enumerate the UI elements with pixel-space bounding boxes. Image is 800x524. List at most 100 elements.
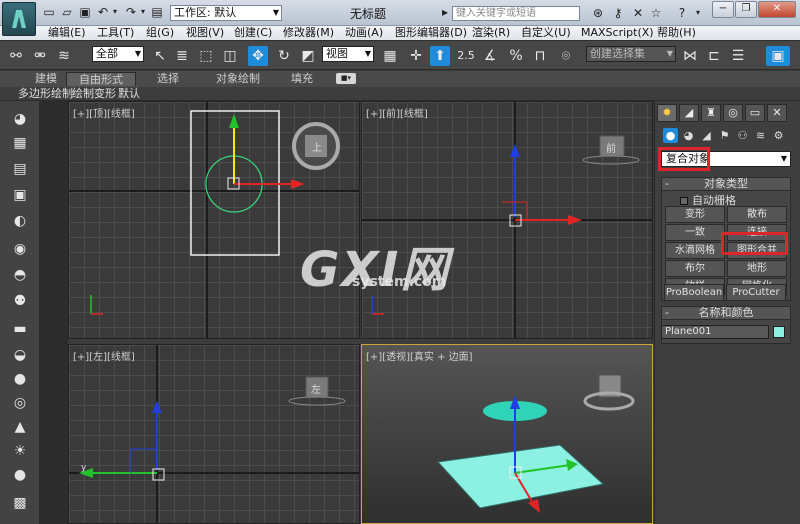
bind-space-warp-icon[interactable]: ≋ [54, 46, 74, 66]
viewport-top[interactable]: [+][顶][线框] 上 [68, 101, 360, 339]
select-and-rotate-icon[interactable]: ↻ [274, 46, 294, 66]
viewcube-front-face[interactable]: 前 [606, 140, 616, 155]
ribbon-panel-polydraw[interactable]: 多边形绘制 [18, 87, 73, 101]
search-input[interactable]: 键入关键字或短语 [452, 6, 580, 21]
material-editor-icon[interactable]: ▦ [10, 133, 30, 153]
utilities-tab-icon[interactable]: ✕ [767, 104, 787, 122]
motion-tab-icon[interactable]: ◎ [723, 104, 743, 122]
binoculars-icon[interactable]: ⊛ [590, 5, 606, 21]
selection-filter-dropdown[interactable]: 全部 ▼ [92, 46, 144, 62]
lights-category-icon[interactable]: ◢ [699, 128, 714, 143]
menu-modifiers[interactable]: 修改器(M) [283, 26, 334, 40]
close-button[interactable]: ✕ [758, 1, 796, 18]
ribbon-panel-defaults[interactable]: 默认 [118, 87, 140, 101]
ribbon-tab-freeform[interactable]: 自由形式 [66, 72, 136, 86]
menu-edit[interactable]: 编辑(E) [48, 26, 86, 40]
object-type-header[interactable]: - 对象类型 [662, 178, 790, 191]
viewport-left-label[interactable]: [+][左][线框] [73, 348, 135, 363]
display-tab-icon[interactable]: ▭ [745, 104, 765, 122]
select-and-scale-icon[interactable]: ◩ [298, 46, 318, 66]
scatter-button[interactable]: 散布 [727, 206, 787, 223]
ribbon-tab-populate[interactable]: 填充 [284, 72, 320, 86]
particles-icon[interactable]: ⚉ [10, 291, 30, 311]
app-logo-icon[interactable] [2, 2, 36, 36]
edit-named-selection-icon[interactable]: ⌾ [556, 46, 576, 66]
layers-icon[interactable]: ☰ [728, 46, 748, 66]
select-object-icon[interactable]: ↖ [150, 46, 170, 66]
boolean-button[interactable]: 布尔 [665, 260, 725, 277]
select-manipulate-icon[interactable]: ✛ [406, 46, 426, 66]
menu-rendering[interactable]: 渲染(R) [472, 26, 510, 40]
viewcube-top-face[interactable]: 上 [312, 139, 322, 154]
open-file-icon[interactable]: ▱ [60, 5, 74, 19]
viewport-perspective-label[interactable]: [+][透视][真实 + 边面] [366, 348, 473, 363]
create-tab-icon[interactable]: ✹ [657, 104, 677, 122]
conform-button[interactable]: 一致 [665, 224, 725, 241]
terrain-button[interactable]: 地形 [727, 260, 787, 277]
grid-icon[interactable]: ▩ [10, 493, 30, 513]
object-name-field[interactable]: Plane001 [661, 325, 769, 339]
modify-tab-icon[interactable]: ◢ [679, 104, 699, 122]
geometry-category-icon[interactable]: ● [663, 128, 678, 143]
window-crossing-icon[interactable]: ◫ [220, 46, 240, 66]
viewport-perspective[interactable]: [+][透视][真实 + 边面] [361, 344, 653, 524]
keyboard-shortcut-override-icon[interactable]: ⬆ [430, 46, 450, 66]
cone-icon[interactable]: ▲ [10, 417, 30, 437]
cameras-category-icon[interactable]: ⚑ [717, 128, 732, 143]
plane-primitive-icon[interactable]: ▬ [10, 319, 30, 339]
menu-graph-editors[interactable]: 图形编辑器(D) [395, 26, 467, 40]
menu-help[interactable]: 帮助(H) [657, 26, 696, 40]
morph-button[interactable]: 变形 [665, 206, 725, 223]
menu-customize[interactable]: 自定义(U) [521, 26, 571, 40]
ribbon-tab-object-paint[interactable]: 对象绘制 [210, 72, 266, 86]
viewcube-left-face[interactable]: 左 [311, 381, 321, 396]
minimize-button[interactable]: − [712, 1, 734, 18]
favorites-star-icon[interactable]: ☆ [648, 5, 664, 21]
rectangular-selection-icon[interactable]: ⬚ [196, 46, 216, 66]
help-icon[interactable]: ? [674, 5, 690, 21]
schematic-view-icon[interactable]: ▣ [10, 185, 30, 205]
viewport-top-label[interactable]: [+][顶][线框] [73, 105, 135, 120]
redo-dropdown-icon[interactable]: ▾ [136, 5, 150, 19]
key-icon[interactable]: ⚷ [610, 5, 626, 21]
ribbon-options-icon[interactable]: ■▾ [336, 73, 356, 84]
menu-maxscript[interactable]: MAXScript(X) [581, 26, 654, 40]
help-dropdown-icon[interactable]: ▾ [690, 5, 706, 21]
light-icon[interactable]: ◐ [10, 211, 30, 231]
viewport-front[interactable]: [+][前][线框] 前 [361, 101, 653, 339]
helpers-category-icon[interactable]: ⚇ [735, 128, 750, 143]
track-view-icon[interactable]: ▤ [10, 159, 30, 179]
reference-coordinate-dropdown[interactable]: 视图 ▼ [322, 46, 374, 62]
select-by-name-icon[interactable]: ≣ [172, 46, 192, 66]
restore-button[interactable]: ❐ [735, 1, 757, 18]
teapot-icon[interactable]: ◕ [10, 109, 30, 129]
select-and-link-icon[interactable]: ⚯ [6, 46, 26, 66]
named-selection-set-dropdown[interactable]: 创建选择集 ▼ [586, 46, 676, 62]
menu-animation[interactable]: 动画(A) [345, 26, 383, 40]
ribbon-tab-modeling[interactable]: 建模 [26, 72, 66, 86]
viewport-front-label[interactable]: [+][前][线框] [366, 105, 428, 120]
menu-group[interactable]: 组(G) [146, 26, 174, 40]
pivot-center-icon[interactable]: ▦ [380, 46, 400, 66]
proboolean-button[interactable]: ProBoolean [664, 284, 724, 301]
name-and-color-header[interactable]: - 名称和颜色 [662, 307, 790, 320]
save-icon[interactable]: ▣ [78, 5, 92, 19]
ribbon-tab-selection[interactable]: 选择 [148, 72, 188, 86]
hierarchy-tab-icon[interactable]: ♜ [701, 104, 721, 122]
sphere-icon[interactable]: ● [10, 369, 30, 389]
mirror-icon[interactable]: ⋈ [680, 46, 700, 66]
viewport-left[interactable]: [+][左][线框] 左 y [68, 344, 360, 524]
render-frame-icon[interactable]: ▣ [766, 46, 790, 66]
menu-view[interactable]: 视图(V) [186, 26, 224, 40]
exchange-icon[interactable]: ✕ [630, 5, 646, 21]
object-color-swatch[interactable] [773, 326, 785, 338]
search-expand-icon[interactable]: ▸ [438, 5, 452, 19]
spinner-snap-icon[interactable]: ⊓ [530, 46, 550, 66]
align-icon[interactable]: ⊏ [704, 46, 724, 66]
shell-icon[interactable]: ◎ [10, 393, 30, 413]
ribbon-panel-paint-deform[interactable]: 绘制变形 [72, 87, 116, 101]
workspace-dropdown[interactable]: 工作区: 默认 ▼ [170, 5, 282, 21]
percent-snap-icon[interactable]: % [506, 46, 526, 66]
systems-category-icon[interactable]: ⚙ [771, 128, 786, 143]
camera-icon[interactable]: ◉ [10, 239, 30, 259]
